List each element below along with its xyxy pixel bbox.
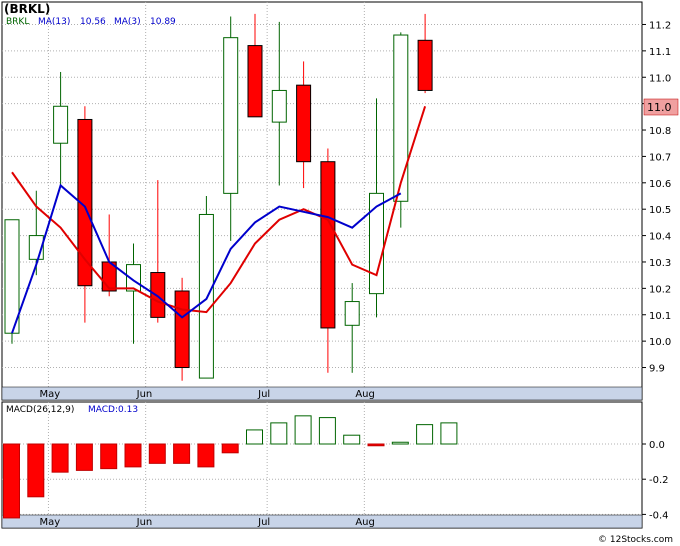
price-y-tick-label: 11.0 [649, 73, 671, 84]
price-y-tick-label: 11.2 [649, 20, 671, 31]
candle-body [271, 89, 287, 123]
macd-bar [51, 443, 69, 473]
candle-body [369, 192, 384, 295]
price-x-axis-band [1, 386, 643, 401]
macd-x-tick-label: Jun [136, 517, 153, 528]
macd-y-axis: 0.0 -0.2 -0.4 [642, 440, 669, 521]
price-y-tick-label: 10.3 [649, 258, 671, 269]
candle-body [4, 219, 20, 334]
macd-bar [100, 443, 118, 470]
chart-canvas: 9.9 10.0 10.1 10.2 10.3 10.4 10.5 10.6 10.7 10.8 1… [1, 1, 679, 545]
macd-x-axis-band [1, 514, 643, 529]
candle-body [296, 84, 312, 163]
macd-bar [3, 443, 20, 519]
candle-body [150, 272, 166, 318]
price-y-tick-label: 10.1 [649, 311, 671, 322]
macd-bar [197, 443, 215, 468]
price-y-tick-label: 10.7 [649, 152, 671, 163]
macd-bar [75, 443, 93, 471]
candle-body [174, 290, 190, 369]
macd-bar [246, 429, 263, 445]
macd-bar [343, 434, 361, 445]
candle-body [417, 39, 433, 91]
candle-body [198, 213, 214, 379]
candle-body [223, 37, 239, 194]
macd-bar [416, 424, 434, 445]
macd-y-tick-label: -0.4 [649, 510, 669, 521]
price-y-tick-label: 9.9 [649, 364, 665, 375]
legend-ma13-value: 10.56 [80, 17, 106, 27]
footer-credit: © 12Stocks.com [598, 535, 673, 545]
macd-bar [173, 443, 191, 464]
macd-panel: 0.0 -0.2 -0.4 May Jun Jul Aug MACD(26,12,9) M… [1, 401, 669, 529]
macd-bar [367, 443, 385, 447]
macd-bar [318, 417, 336, 445]
legend-ma3-label: MA(3) [114, 17, 141, 27]
legend-ma13-label: MA(13) [38, 17, 70, 27]
macd-y-tick-label: 0.0 [649, 440, 665, 451]
ticker-title: (BRKL) [4, 2, 50, 16]
macd-bar [124, 443, 142, 468]
macd-bar [221, 443, 239, 454]
price-x-tick-label: May [39, 389, 60, 400]
macd-bar [148, 443, 166, 464]
price-y-tick-label: 10.4 [649, 232, 671, 243]
macd-bar [27, 443, 45, 498]
macd-bar [391, 441, 409, 445]
macd-params-label: MACD(26,12,9) [6, 405, 74, 415]
macd-bar [294, 415, 312, 445]
last-price-tag: 11.0 [647, 101, 672, 114]
price-y-tick-label: 10.6 [649, 179, 671, 190]
price-x-tick-label: Jul [257, 389, 270, 400]
price-panel: 9.9 10.0 10.1 10.2 10.3 10.4 10.5 10.6 10.7 10.8 1… [1, 1, 679, 401]
price-y-tick-label: 10.5 [649, 205, 671, 216]
macd-value-label: MACD:0.13 [88, 405, 138, 415]
macd-x-tick-label: Aug [355, 517, 375, 528]
price-y-axis: 9.9 10.0 10.1 10.2 10.3 10.4 10.5 10.6 10.7 10.8 1… [642, 20, 671, 375]
price-x-tick-label: Jun [136, 389, 153, 400]
candle-body [344, 301, 360, 326]
price-y-tick-label: 11.1 [649, 47, 671, 58]
price-y-tick-label: 10.8 [649, 126, 671, 137]
price-y-tick-label: 10.2 [649, 284, 671, 295]
legend-symbol: BRKL [6, 17, 29, 27]
macd-x-tick-label: May [39, 517, 60, 528]
candle-body [247, 45, 263, 118]
price-y-tick-label: 10.0 [649, 337, 671, 348]
macd-bar [440, 422, 458, 445]
candle-body [393, 34, 409, 202]
legend-ma3-value: 10.89 [150, 17, 176, 27]
macd-y-tick-label: -0.2 [649, 475, 669, 486]
candle-body [53, 105, 69, 144]
macd-x-tick-label: Jul [257, 517, 270, 528]
macd-bar [270, 422, 288, 445]
candle-body [320, 161, 336, 329]
price-x-tick-label: Aug [355, 389, 375, 400]
